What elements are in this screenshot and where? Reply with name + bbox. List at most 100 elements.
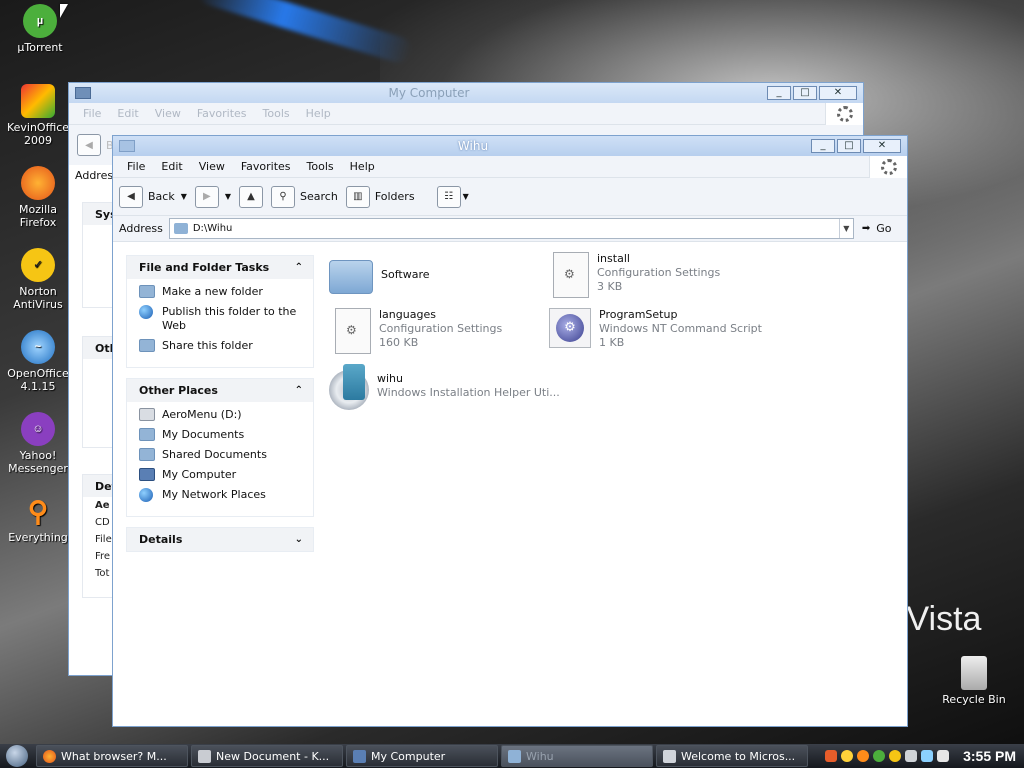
menu-favorites[interactable]: Favorites <box>189 107 255 120</box>
document-icon <box>198 749 211 763</box>
maximize-button[interactable]: □ <box>793 86 817 100</box>
my-computer-menubar: File Edit View Favorites Tools Help <box>69 103 863 125</box>
tray-everything-icon[interactable] <box>857 750 870 762</box>
taskbar-item-welcome[interactable]: Welcome to Micros... <box>656 745 808 767</box>
desktop-icon-kevinoffice[interactable]: KevinOffice 2009 <box>0 84 76 147</box>
file-item-languages[interactable]: languages Configuration Settings 160 KB <box>335 308 502 354</box>
place-aeromenu-drive[interactable]: AeroMenu (D:) <box>139 408 305 422</box>
task-make-new-folder[interactable]: Make a new folder <box>139 285 305 299</box>
desktop-icon-label: KevinOffice 2009 <box>6 121 70 147</box>
close-button[interactable]: ✕ <box>863 139 901 153</box>
desktop-icon-label: µTorrent <box>17 41 63 54</box>
menu-tools[interactable]: Tools <box>255 107 298 120</box>
place-my-network-places[interactable]: My Network Places <box>139 488 305 502</box>
computer-icon <box>75 87 91 99</box>
collapse-icon[interactable]: ⌃ <box>295 385 303 396</box>
yahoo-messenger-icon: ☺ <box>21 412 55 446</box>
task-publish-web[interactable]: Publish this folder to the Web <box>139 305 305 333</box>
minimize-button[interactable]: _ <box>811 139 835 153</box>
throbber-icon <box>825 103 863 125</box>
menu-edit[interactable]: Edit <box>109 107 146 120</box>
desktop-icon-label: Norton AntiVirus <box>13 285 63 311</box>
mouse-cursor-icon <box>60 4 68 18</box>
desktop-icon-norton[interactable]: ✓ Norton AntiVirus <box>0 248 76 311</box>
menu-edit[interactable]: Edit <box>153 160 190 173</box>
back-dropdown-icon[interactable]: ▼ <box>181 192 187 201</box>
taskbar-item-wihu[interactable]: Wihu <box>501 745 653 767</box>
wihu-title: Wihu <box>457 139 489 153</box>
taskbar-item-new-document[interactable]: New Document - K... <box>191 745 343 767</box>
taskbar-item-my-computer[interactable]: My Computer <box>346 745 498 767</box>
system-tray: 3:55 PM <box>825 744 1024 768</box>
other-places-header[interactable]: Other Places ⌃ <box>127 379 313 402</box>
place-my-documents[interactable]: My Documents <box>139 428 305 442</box>
menu-view[interactable]: View <box>191 160 233 173</box>
everything-search-icon: ⚲ <box>27 495 49 527</box>
wihu-titlebar[interactable]: Wihu _ □ ✕ <box>113 136 907 156</box>
tray-volume-icon[interactable] <box>921 750 934 762</box>
documents-folder-icon <box>139 428 155 441</box>
views-button[interactable]: ☷ ▼ <box>436 185 469 208</box>
go-arrow-icon: ➡ <box>861 223 871 234</box>
forward-button[interactable]: ▶ ▼ <box>194 185 231 208</box>
address-input[interactable]: D:\Wihu ▼ <box>168 218 854 239</box>
tray-messenger-icon[interactable] <box>841 750 854 762</box>
place-my-computer[interactable]: My Computer <box>139 468 305 482</box>
menu-tools[interactable]: Tools <box>299 160 342 173</box>
taskbar-item-browser[interactable]: What browser? M... <box>36 745 188 767</box>
config-file-icon <box>553 252 589 298</box>
back-button[interactable]: ◀ Back ▼ <box>119 185 187 208</box>
file-item-programsetup[interactable]: ⚙ ProgramSetup Windows NT Command Script… <box>549 308 762 350</box>
views-dropdown-icon[interactable]: ▼ <box>463 192 469 201</box>
desktop-icon-yahoo[interactable]: ☺ Yahoo! Messenger <box>0 412 76 475</box>
forward-dropdown-icon[interactable]: ▼ <box>225 192 231 201</box>
file-item-install[interactable]: install Configuration Settings 3 KB <box>553 252 720 298</box>
desktop-icon-label: Recycle Bin <box>942 693 1006 706</box>
maximize-button[interactable]: □ <box>837 139 861 153</box>
kevinoffice-icon <box>21 84 55 118</box>
desktop-icon-recycle-bin[interactable]: Recycle Bin <box>936 656 1012 706</box>
clock[interactable]: 3:55 PM <box>963 748 1016 764</box>
details-header[interactable]: Details ⌄ <box>127 528 313 551</box>
menu-view[interactable]: View <box>147 107 189 120</box>
desktop-icon-firefox[interactable]: Mozilla Firefox <box>0 166 76 229</box>
my-computer-titlebar[interactable]: My Computer _ □ ✕ <box>69 83 863 103</box>
config-file-icon <box>335 308 371 354</box>
place-shared-documents[interactable]: Shared Documents <box>139 448 305 462</box>
file-item-software[interactable]: Software <box>329 254 430 294</box>
desktop-icon-everything[interactable]: ⚲ Everything <box>0 494 76 544</box>
menu-favorites[interactable]: Favorites <box>233 160 299 173</box>
tray-app-icon[interactable] <box>825 750 838 762</box>
menu-file[interactable]: File <box>119 160 153 173</box>
file-folder-tasks-header[interactable]: File and Folder Tasks ⌃ <box>127 256 313 279</box>
file-item-wihu[interactable]: wihu Windows Installation Helper Uti... <box>329 364 560 410</box>
address-value: D:\Wihu <box>192 223 233 234</box>
start-button[interactable] <box>6 745 28 767</box>
folder-icon <box>173 223 188 234</box>
up-folder-button[interactable]: ▲ <box>239 185 264 208</box>
close-button[interactable]: ✕ <box>819 86 857 100</box>
search-icon: ⚲ <box>271 185 296 208</box>
folders-button[interactable]: ▥ Folders <box>345 185 415 208</box>
address-dropdown-icon[interactable]: ▼ <box>838 219 853 238</box>
tray-norton-icon[interactable] <box>889 750 902 762</box>
menu-file[interactable]: File <box>75 107 109 120</box>
go-button[interactable]: ➡ Go <box>862 222 892 235</box>
task-share-folder[interactable]: Share this folder <box>139 339 305 353</box>
collapse-icon[interactable]: ⌃ <box>295 262 303 273</box>
tray-network-icon[interactable] <box>905 750 918 762</box>
tray-utorrent-icon[interactable] <box>873 750 886 762</box>
back-arrow-icon[interactable]: ◀ <box>77 134 101 156</box>
forward-arrow-icon: ▶ <box>194 185 219 208</box>
menu-help[interactable]: Help <box>298 107 339 120</box>
desktop-icon-openoffice[interactable]: ~ OpenOffice 4.1.15 <box>0 330 76 393</box>
wihu-window[interactable]: Wihu _ □ ✕ File Edit View Favorites Tool… <box>112 135 908 727</box>
folder-icon <box>329 260 373 294</box>
throbber-icon <box>869 156 907 178</box>
menu-help[interactable]: Help <box>342 160 383 173</box>
minimize-button[interactable]: _ <box>767 86 791 100</box>
search-button[interactable]: ⚲ Search <box>271 185 338 208</box>
tray-battery-icon[interactable] <box>937 750 950 762</box>
expand-icon[interactable]: ⌄ <box>295 534 303 545</box>
wihu-toolbar: ◀ Back ▼ ▶ ▼ ▲ ⚲ Search ▥ Folders ☷ ▼ <box>113 178 907 216</box>
